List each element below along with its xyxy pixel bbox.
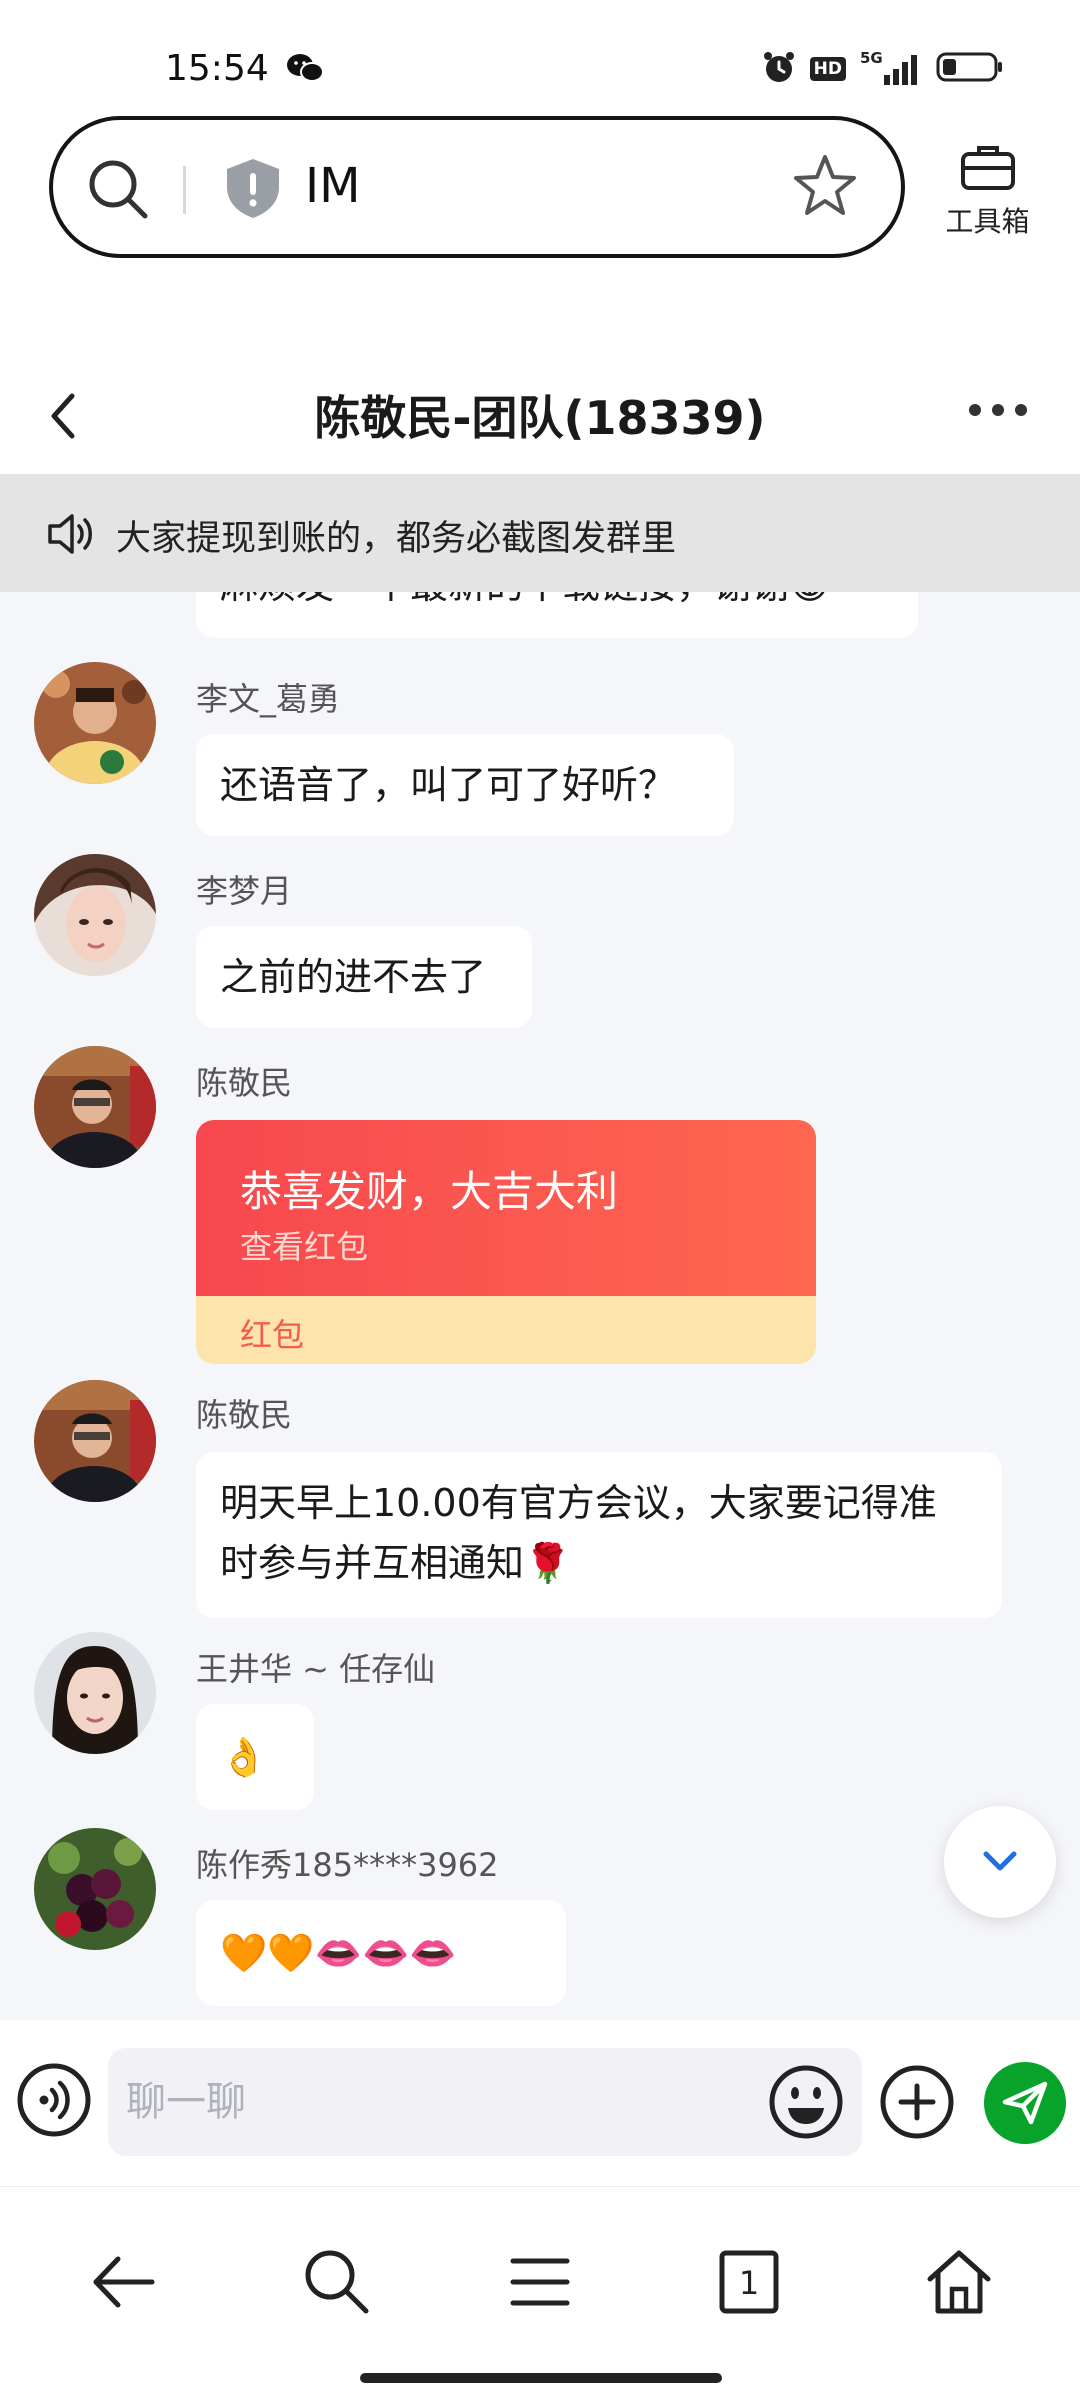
scroll-to-bottom-button[interactable] xyxy=(944,1806,1056,1918)
menu-icon xyxy=(510,2258,570,2306)
message-bubble[interactable]: 还语音了，叫了可了好听？ xyxy=(196,734,734,836)
message-emoji: 👌 xyxy=(220,1735,268,1779)
bookmark-star-icon[interactable] xyxy=(791,152,859,224)
sender-name: 李文_葛勇 xyxy=(196,680,341,718)
red-packet-view-label: 查看红包 xyxy=(240,1228,369,1266)
group-announcement[interactable]: 大家提现到账的，都务必截图发群里 xyxy=(0,474,1080,592)
nav-tabs-button[interactable]: 1 xyxy=(704,2237,794,2327)
message-list[interactable]: 麻烦发一个最新的下载链接，谢谢😁 李文_葛勇 还语音了，叫了可了好听？ 李梦月 xyxy=(0,592,1080,2020)
red-packet-body: 恭喜发财，大吉大利 查看红包 xyxy=(196,1120,816,1296)
toolbox-button[interactable]: 工具箱 xyxy=(930,142,1045,240)
message-text: 之前的进不去了 xyxy=(220,955,487,999)
sender-name: 陈敬民 xyxy=(196,1064,293,1102)
toolbox-icon xyxy=(959,146,1017,196)
message-text: 麻烦发一个最新的下载链接，谢谢😁 xyxy=(220,592,830,614)
red-packet-footer: 红包 xyxy=(196,1296,816,1364)
sender-name: 陈作秀185****3962 xyxy=(196,1846,499,1884)
nav-back-button[interactable] xyxy=(78,2237,168,2327)
avatar[interactable] xyxy=(34,1632,156,1754)
speaker-icon xyxy=(46,512,98,560)
url-divider xyxy=(183,166,186,214)
nav-menu-button[interactable] xyxy=(495,2237,585,2327)
tabs-icon: 1 xyxy=(719,2250,779,2314)
chat-title: 陈敬民-团队(18339) xyxy=(314,391,766,445)
sender-name: 陈敬民 xyxy=(196,1396,293,1434)
status-bar: 15:54 HD 5G xyxy=(0,0,1080,110)
wechat-notification-icon xyxy=(286,52,324,88)
chat-message-input[interactable] xyxy=(108,2048,862,2156)
emoji-icon[interactable] xyxy=(766,2062,846,2146)
sender-name: 王井华 ~ 任存仙 xyxy=(196,1650,436,1688)
toolbox-label: 工具箱 xyxy=(945,205,1030,238)
message-emoji: 🧡🧡👄👄👄 xyxy=(220,1931,457,1975)
avatar[interactable] xyxy=(34,1828,156,1950)
chat-header: 陈敬民-团队(18339) xyxy=(0,360,1080,472)
search-icon xyxy=(305,2250,369,2314)
sender-name: 李梦月 xyxy=(196,872,293,910)
avatar[interactable] xyxy=(34,1380,156,1502)
gesture-handle[interactable] xyxy=(360,2373,722,2383)
more-options-icon[interactable] xyxy=(966,398,1030,426)
avatar[interactable] xyxy=(34,1046,156,1168)
red-packet-greeting: 恭喜发财，大吉大利 xyxy=(240,1167,619,1216)
message-text: 还语音了，叫了可了好听？ xyxy=(220,763,677,807)
nav-home-button[interactable] xyxy=(914,2237,1004,2327)
red-packet-type-label: 红包 xyxy=(240,1316,305,1354)
avatar[interactable] xyxy=(34,854,156,976)
message-text-line1: 明天早上10.00有官方会议，大家要记得准 xyxy=(220,1481,937,1525)
battery-icon xyxy=(936,50,1004,88)
url-text[interactable]: IM xyxy=(305,158,361,214)
chat-input-bar xyxy=(0,2020,1080,2184)
chevron-down-icon xyxy=(983,1851,1017,1871)
security-warning-shield-icon[interactable] xyxy=(223,155,283,225)
status-indicators: HD 5G xyxy=(762,49,1004,88)
message-bubble-partial[interactable]: 麻烦发一个最新的下载链接，谢谢😁 xyxy=(196,592,918,638)
search-icon[interactable] xyxy=(83,154,153,228)
message-bubble[interactable]: 🧡🧡👄👄👄 xyxy=(196,1900,566,2006)
nav-search-button[interactable] xyxy=(0,2237,369,2327)
voice-input-icon[interactable] xyxy=(14,2060,94,2144)
message-bubble[interactable]: 明天早上10.00有官方会议，大家要记得准 时参与并互相通知🌹 xyxy=(196,1452,1002,1618)
avatar[interactable] xyxy=(34,662,156,784)
add-attachment-icon[interactable] xyxy=(877,2062,957,2146)
message-text-line2: 时参与并互相通知🌹 xyxy=(220,1541,572,1585)
message-bubble[interactable]: 之前的进不去了 xyxy=(196,926,532,1028)
red-packet-card[interactable]: 恭喜发财，大吉大利 查看红包 红包 xyxy=(196,1120,816,1364)
hd-voice-badge: HD xyxy=(809,57,846,81)
url-bar[interactable]: IM xyxy=(49,116,905,258)
browser-navigation-bar: 1 xyxy=(0,2186,1080,2400)
announcement-text: 大家提现到账的，都务必截图发群里 xyxy=(116,519,677,559)
home-icon xyxy=(927,2250,991,2314)
alarm-icon xyxy=(762,50,796,88)
signal-icon: 5G xyxy=(860,49,922,87)
tab-count: 1 xyxy=(739,2264,759,2302)
send-button[interactable] xyxy=(984,2062,1066,2144)
send-plane-icon xyxy=(1002,2081,1048,2125)
arrow-left-icon xyxy=(93,2256,155,2308)
status-time: 15:54 xyxy=(165,48,269,89)
message-bubble[interactable]: 👌 xyxy=(196,1704,314,1810)
